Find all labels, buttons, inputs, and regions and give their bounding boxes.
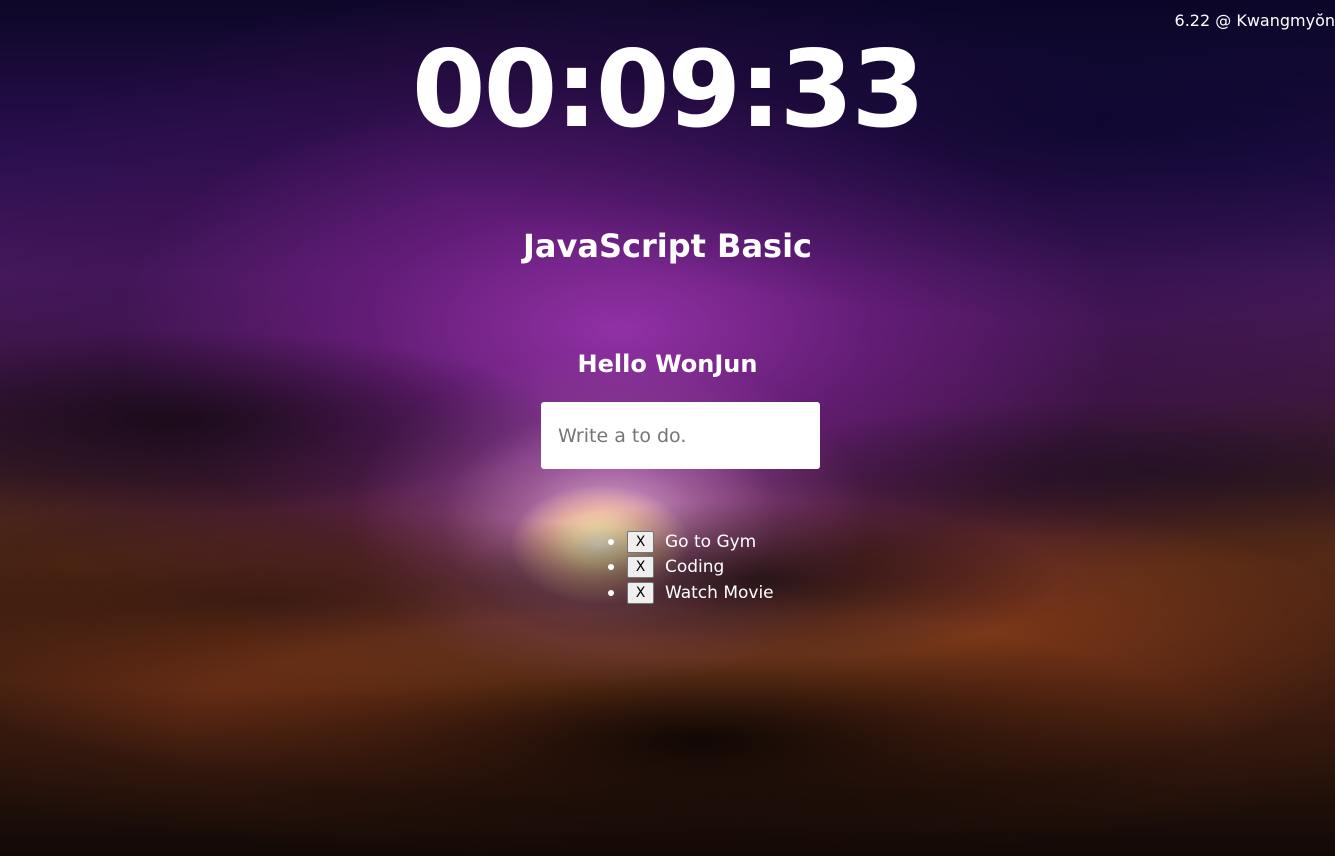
bullet-icon xyxy=(608,538,614,545)
delete-todo-button[interactable]: X xyxy=(627,530,654,553)
page-title: JavaScript Basic xyxy=(522,227,813,265)
todo-text: Coding xyxy=(665,557,725,578)
delete-todo-button[interactable]: X xyxy=(627,581,654,604)
todo-text: Watch Movie xyxy=(665,582,774,603)
todo-form xyxy=(541,402,820,469)
delete-todo-button[interactable]: X xyxy=(627,556,654,579)
todo-input[interactable] xyxy=(541,402,820,469)
todo-item-go-to-gym: X Go to Gym xyxy=(608,529,774,555)
weather-readout: 6.22 @ Kwangmyŏn xyxy=(1174,11,1335,30)
todo-list: X Go to Gym X Coding X Watch Movie xyxy=(608,529,774,606)
greeting: Hello WonJun xyxy=(577,350,758,378)
clock: 00:09:33 xyxy=(411,28,925,151)
bullet-icon xyxy=(608,564,614,571)
todo-item-watch-movie: X Watch Movie xyxy=(608,580,774,606)
todo-item-coding: X Coding xyxy=(608,555,774,581)
page-background: { "weather": { "text": "6.22 @ Kwangmyŏn… xyxy=(0,0,1335,856)
todo-text: Go to Gym xyxy=(665,531,757,552)
bullet-icon xyxy=(608,589,614,596)
